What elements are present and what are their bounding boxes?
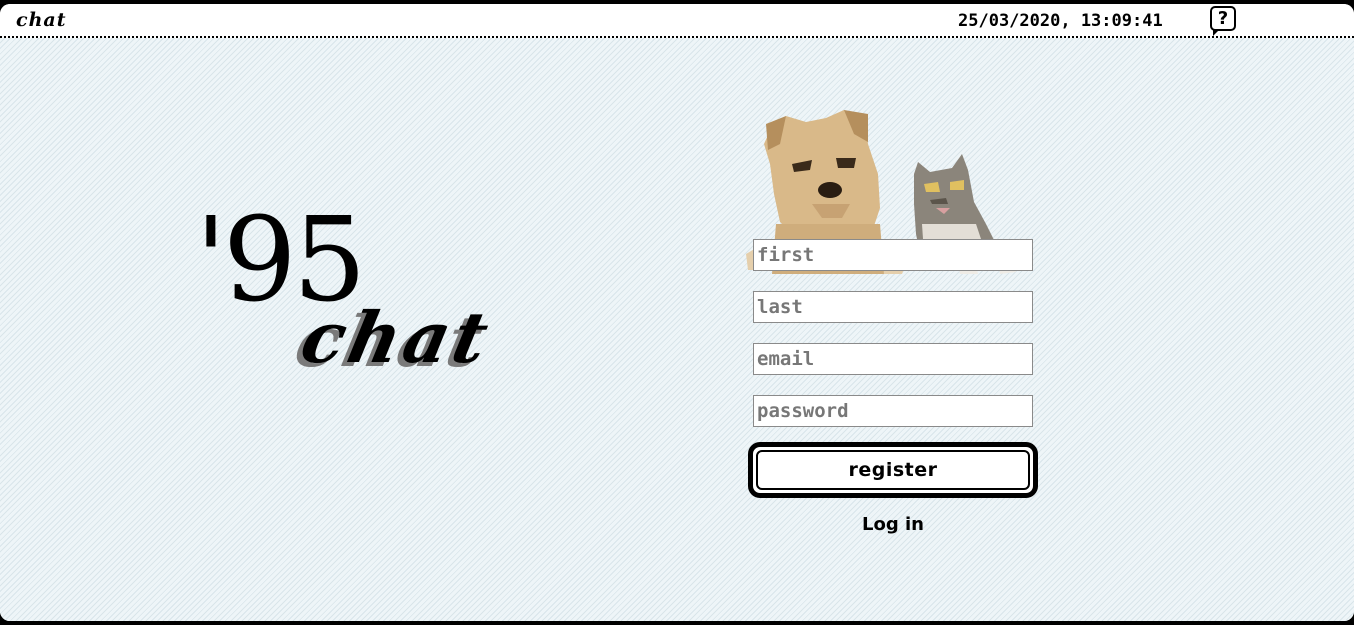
first-name-field[interactable] [753,239,1033,271]
help-button[interactable]: ? [1210,6,1236,36]
password-field[interactable] [753,395,1033,427]
email-field[interactable] [753,343,1033,375]
main-content: '95 chat first last email register Log i… [0,38,1354,621]
last-name-field[interactable] [753,291,1033,323]
login-link[interactable]: Log in [753,514,1033,535]
logo: '95 chat [195,203,515,403]
register-button[interactable]: register [748,442,1038,498]
clock: 25/03/2020, 13:09:41 [958,11,1163,31]
app-name: chat [16,9,67,31]
menu-bar: chat 25/03/2020, 13:09:41 ? [0,4,1354,38]
logo-word: chat [294,296,500,379]
app-window: chat 25/03/2020, 13:09:41 ? '95 chat fir… [0,4,1354,621]
register-button-label: register [756,450,1030,490]
help-icon: ? [1217,8,1229,29]
